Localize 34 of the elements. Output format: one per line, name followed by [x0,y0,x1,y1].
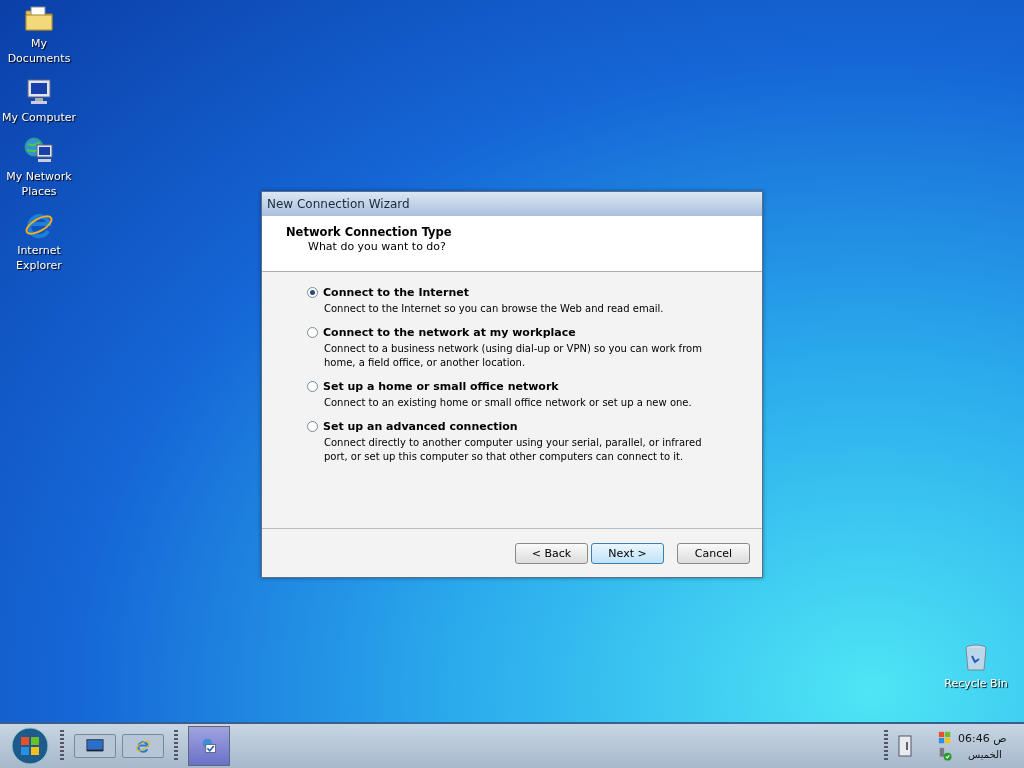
option-label[interactable]: Connect to the network at my workplace [323,326,576,339]
option-description: Connect directly to another computer using your serial, parallel, or infrared port, or set up this computer so that other computers can connect to it. [323,436,703,464]
browser-e-icon [134,738,152,754]
desktop-icon-label[interactable]: My Documents [0,36,78,66]
option-description: Connect to an existing home or small office network or set up a new one. [323,396,693,410]
radio-button[interactable] [307,287,318,298]
wizard-checkmark-icon [200,738,218,754]
desktop-icon-label[interactable]: My Computer [1,110,77,125]
desktop-icon-label[interactable]: My Network Places [0,169,78,199]
wizard-button[interactable]: Next > [591,542,664,564]
window-title: New Connection Wizard [267,197,410,211]
monitor-icon [86,738,104,754]
page-heading: Network Connection Type [286,225,452,239]
radio-button[interactable] [307,327,318,338]
task-button[interactable] [188,726,230,766]
quick-launch-button[interactable] [122,734,164,758]
option-label[interactable]: Set up an advanced connection [323,420,518,433]
radio-button[interactable] [307,421,318,432]
option-description: Connect to a business network (using dial-up or VPN) so you can work from home, a field office, or another location. [323,342,703,370]
radio-button[interactable] [307,381,318,392]
page-subheading: What do you want to do? [307,240,446,253]
clock-day[interactable]: الخميس [958,748,1002,760]
start-orb-icon[interactable] [10,726,50,766]
quick-launch-button[interactable] [74,734,116,758]
usb-check-icon[interactable] [938,747,952,761]
option-label[interactable]: Set up a home or small office network [323,380,559,393]
windows-flag-icon[interactable] [938,731,952,745]
option-description: Connect to the Internet so you can browse the Web and read email. [323,302,665,316]
wizard-button[interactable]: < Back [515,542,588,564]
desktop-icon-label[interactable]: Internet Explorer [0,243,78,273]
wizard-button[interactable]: Cancel [677,542,750,564]
option-label[interactable]: Connect to the Internet [323,286,469,299]
panel-toggle-icon[interactable] [898,735,912,757]
clock-time[interactable]: 06:46 ص [958,731,1007,745]
